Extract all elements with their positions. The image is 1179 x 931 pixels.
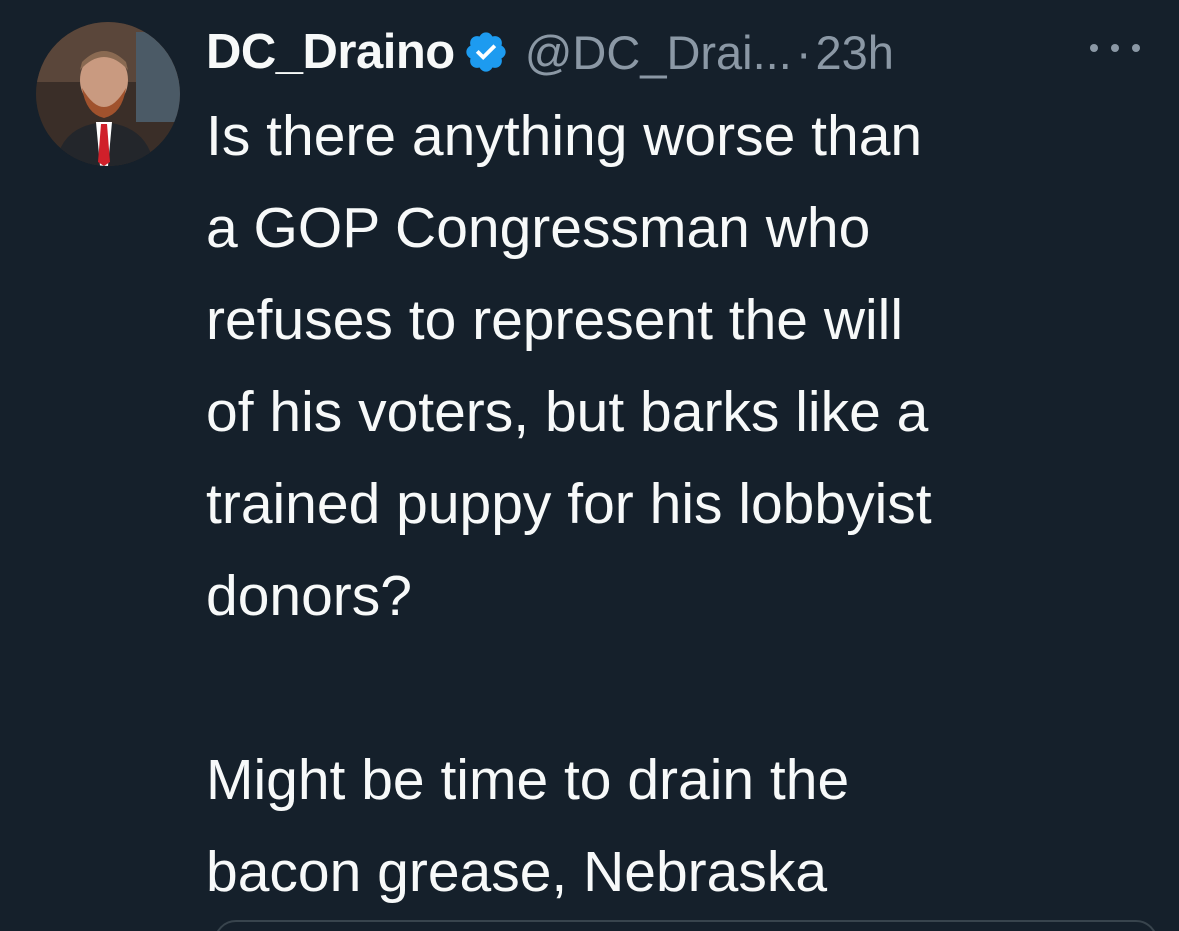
tweet-text: Is there anything worse than a GOP Congr… [206, 90, 1166, 918]
more-options-icon[interactable] [1090, 26, 1140, 70]
embedded-card-edge[interactable] [214, 920, 1158, 931]
timestamp[interactable]: 23h [815, 25, 893, 80]
tweet-paragraph: Is there anything worse than a GOP Congr… [206, 104, 932, 628]
tweet-paragraph: Might be time to drain the bacon grease,… [206, 748, 850, 904]
verified-badge-icon [463, 29, 509, 75]
display-name[interactable]: DC_Draino [206, 24, 455, 80]
avatar-image [36, 22, 180, 166]
user-handle[interactable]: @DC_Drai... [525, 25, 792, 80]
separator-dot: · [795, 25, 812, 79]
tweet: DC_Draino @DC_Drai... · 23h Is there any… [0, 0, 1179, 931]
tweet-header: DC_Draino @DC_Drai... · 23h [206, 20, 894, 84]
avatar[interactable] [36, 22, 180, 166]
